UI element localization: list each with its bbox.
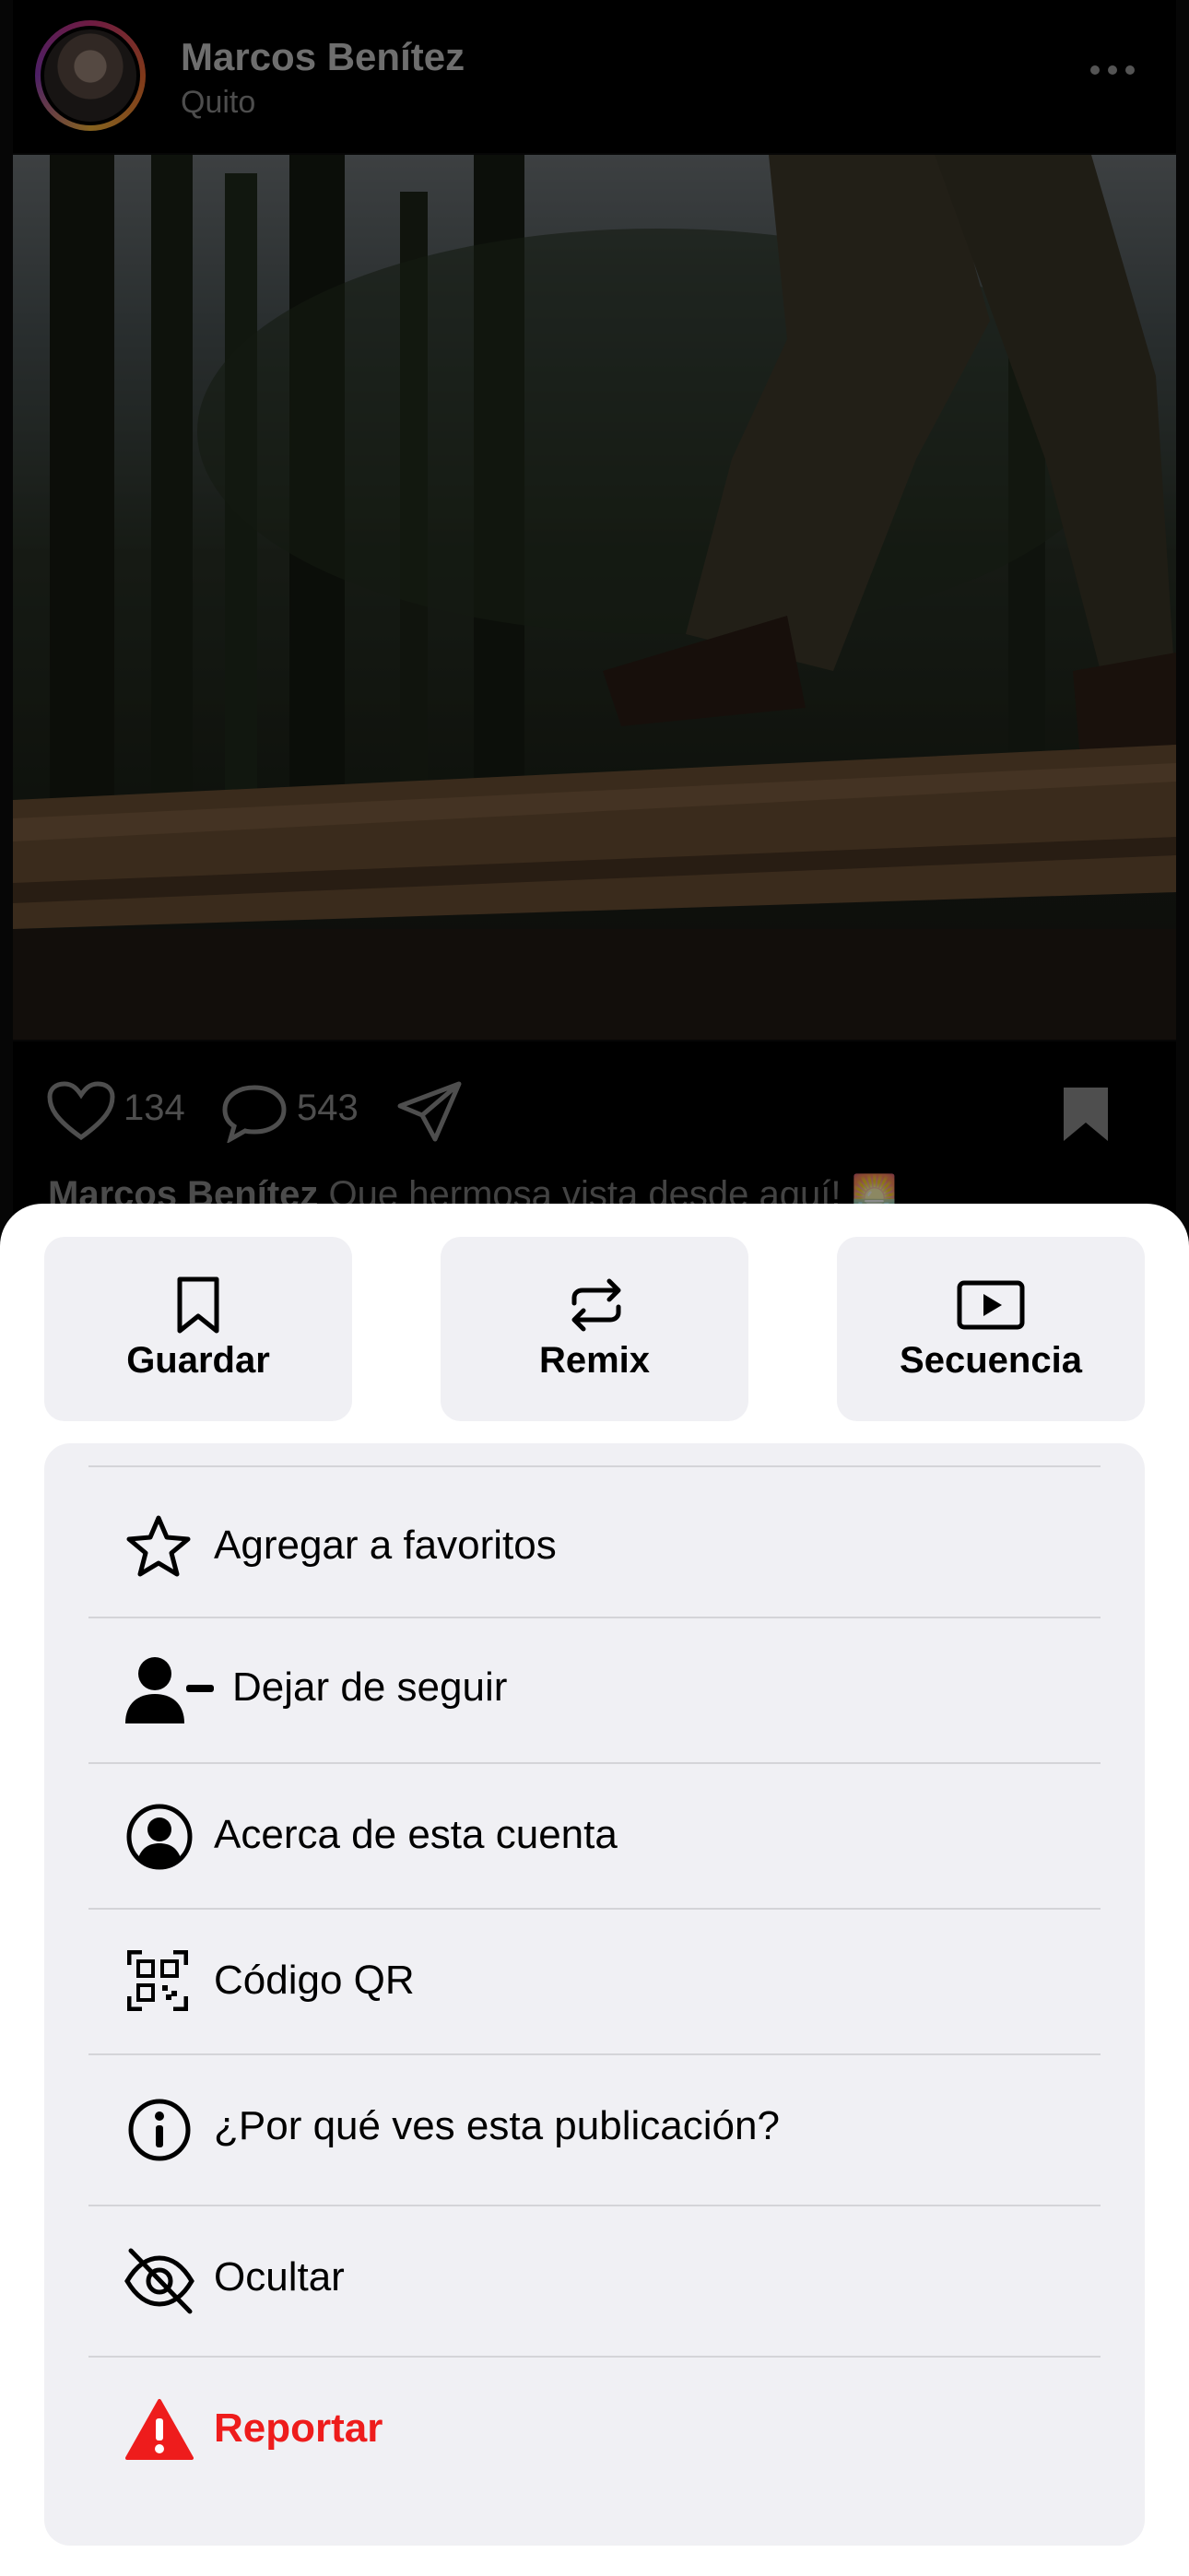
hide-item[interactable]: Ocultar <box>88 2206 1101 2356</box>
qr-code-icon <box>127 1950 188 2011</box>
sequence-label: Secuencia <box>900 1340 1082 1381</box>
why-seeing-post-label: ¿Por qué ves esta publicación? <box>214 2103 780 2148</box>
star-icon <box>126 1515 191 1577</box>
eye-slash-icon <box>124 2248 194 2314</box>
add-favorites-label: Agregar a favoritos <box>214 1523 557 1568</box>
options-sheet: Guardar Remix Secuencia Agregar a favori… <box>0 1204 1189 2576</box>
report-item[interactable]: Reportar <box>88 2358 1101 2509</box>
report-label: Reportar <box>214 2405 383 2451</box>
save-label: Guardar <box>126 1340 270 1381</box>
sequence-button[interactable]: Secuencia <box>837 1237 1145 1421</box>
hide-label: Ocultar <box>214 2254 345 2300</box>
remix-icon <box>571 1278 621 1332</box>
warning-icon <box>125 2399 194 2460</box>
info-icon <box>128 2099 191 2161</box>
options-list: Agregar a favoritos Dejar de seguir Acer… <box>44 1443 1145 2546</box>
play-icon <box>957 1280 1025 1330</box>
about-account-item[interactable]: Acerca de esta cuenta <box>88 1764 1101 1908</box>
remix-button[interactable]: Remix <box>441 1237 748 1421</box>
unfollow-item[interactable]: Dejar de seguir <box>88 1618 1101 1762</box>
about-account-label: Acerca de esta cuenta <box>214 1812 618 1857</box>
bookmark-icon <box>177 1276 219 1334</box>
person-minus-icon <box>125 1657 214 1723</box>
qr-code-label: Código QR <box>214 1958 415 2003</box>
unfollow-label: Dejar de seguir <box>232 1664 508 1710</box>
qr-code-item[interactable]: Código QR <box>88 1910 1101 2053</box>
save-button[interactable]: Guardar <box>44 1237 352 1421</box>
why-seeing-post-item[interactable]: ¿Por qué ves esta publicación? <box>88 2055 1101 2205</box>
person-circle-icon <box>126 1804 193 1870</box>
add-favorites-item[interactable]: Agregar a favoritos <box>88 1465 1101 1617</box>
remix-label: Remix <box>538 1340 651 1381</box>
